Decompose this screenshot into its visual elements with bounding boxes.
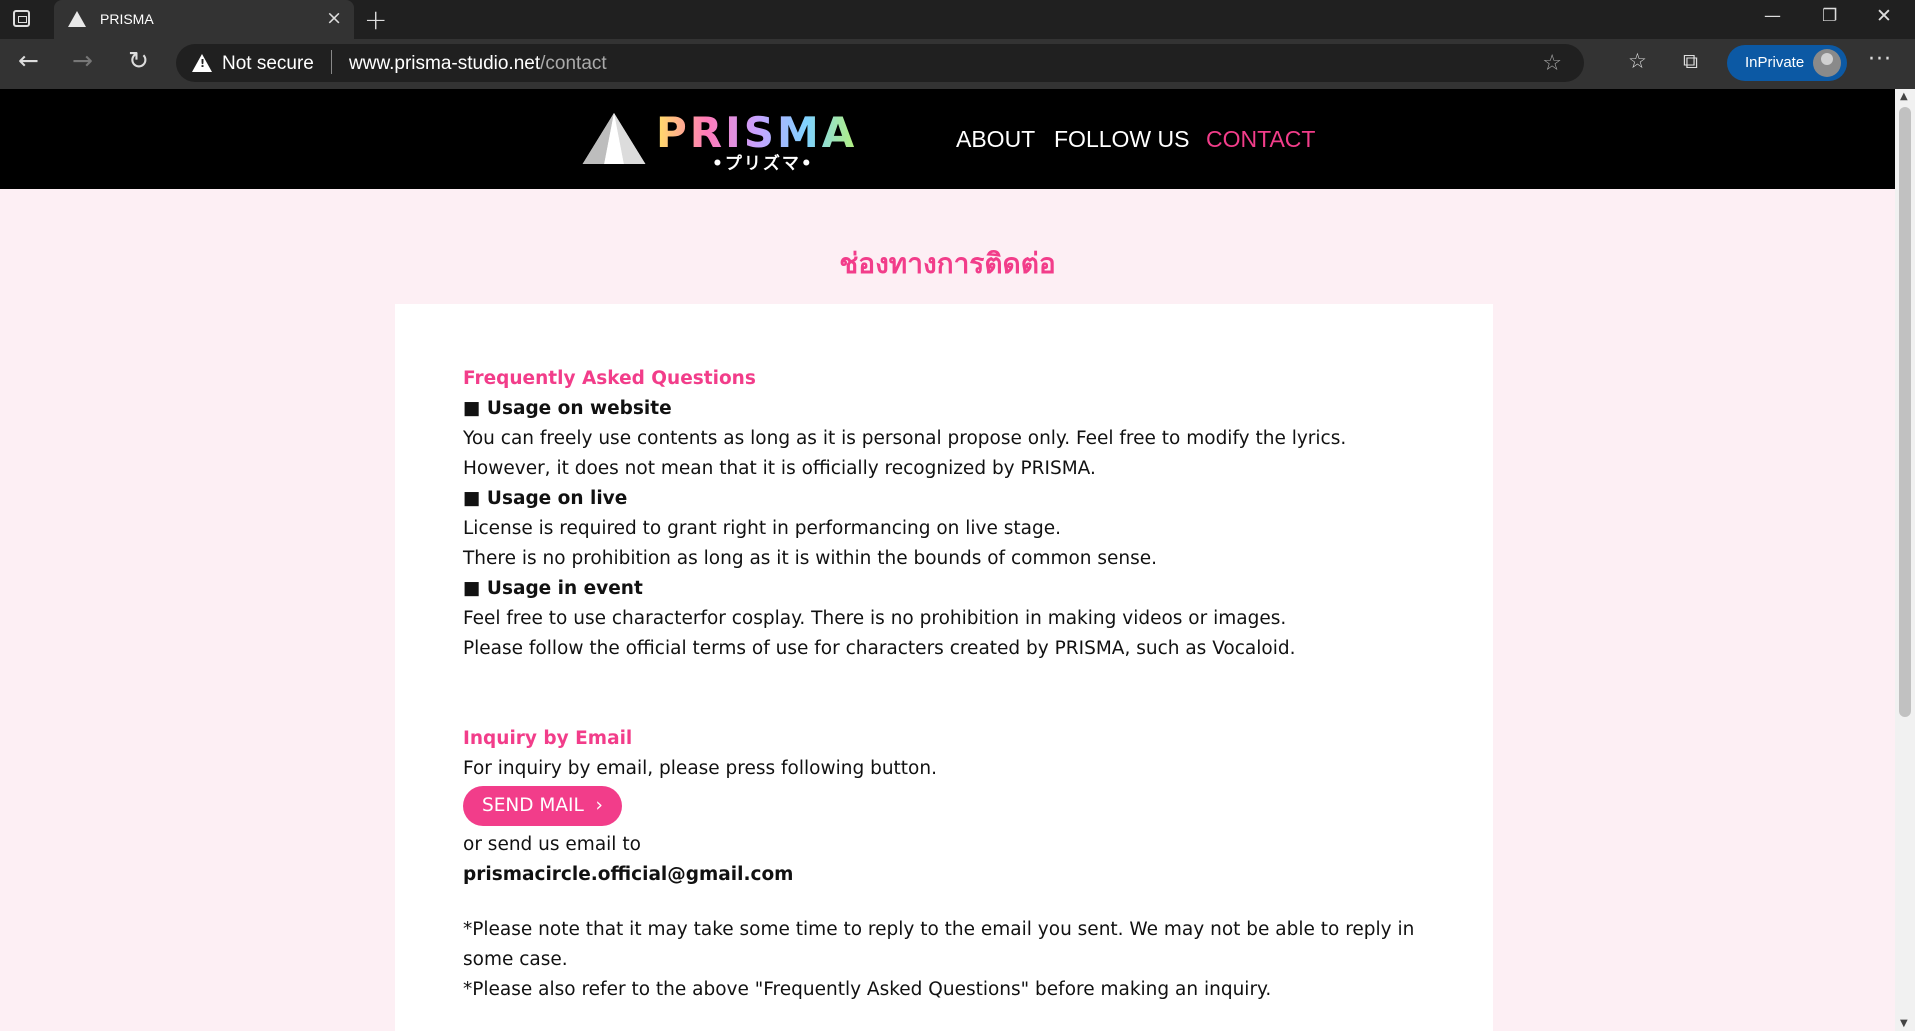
refresh-icon[interactable]: ↻ bbox=[128, 46, 149, 75]
collections-icon[interactable]: ⧉ bbox=[1683, 49, 1698, 74]
faq-live-line1: License is required to grant right in pe… bbox=[463, 518, 1062, 539]
note-spacer bbox=[463, 890, 1443, 915]
page-title: ช่องทางการติดต่อ bbox=[839, 247, 1056, 280]
browser-toolbar: ← → ↻ Not secure www.prisma-studio.net/c… bbox=[0, 39, 1915, 89]
faq-event-line1: Feel free to use characterfor cosplay. T… bbox=[463, 608, 1287, 629]
avatar bbox=[1813, 49, 1841, 77]
faq-event-title: ■ Usage in event bbox=[463, 578, 643, 599]
close-icon[interactable]: ✕ bbox=[1876, 5, 1892, 27]
scroll-down-icon[interactable]: ▼ bbox=[1900, 1018, 1908, 1029]
prism-logo-icon bbox=[582, 113, 646, 166]
faq-website-line2: However, it does not mean that it is off… bbox=[463, 458, 1096, 479]
new-tab-button[interactable]: + bbox=[364, 3, 387, 36]
site-header: PRISMA •プリズマ• ABOUT FOLLOW US CONTACT bbox=[0, 89, 1895, 189]
send-mail-button[interactable]: SEND MAIL › bbox=[463, 786, 622, 826]
scroll-up-icon[interactable]: ▲ bbox=[1900, 91, 1908, 102]
security-label[interactable]: Not secure bbox=[222, 53, 314, 75]
back-arrow-icon[interactable]: ← bbox=[18, 46, 39, 75]
page-scrollbar[interactable]: ▲ ▼ bbox=[1895, 89, 1915, 1031]
chevron-right-icon: › bbox=[595, 795, 603, 816]
faq-title: Frequently Asked Questions bbox=[463, 368, 756, 389]
favorites-icon[interactable]: ☆ bbox=[1628, 49, 1647, 73]
scroll-thumb[interactable] bbox=[1899, 107, 1911, 717]
tab-title: PRISMA bbox=[100, 11, 154, 27]
faq-website-title: ■ Usage on website bbox=[463, 398, 672, 419]
restore-icon[interactable]: ❐ bbox=[1822, 6, 1837, 26]
tab-actions-icon[interactable] bbox=[13, 10, 30, 27]
inquiry-note2: *Please also refer to the above "Frequen… bbox=[463, 979, 1272, 1000]
site-logo[interactable]: PRISMA •プリズマ• bbox=[580, 108, 880, 174]
inquiry-intro: For inquiry by email, please press follo… bbox=[463, 758, 937, 779]
content-body: Frequently Asked Questions ■ Usage on we… bbox=[463, 364, 1443, 1005]
minimize-icon[interactable]: — bbox=[1764, 6, 1781, 26]
star-add-icon[interactable]: ☆ bbox=[1542, 51, 1562, 76]
nav-follow-us[interactable]: FOLLOW US bbox=[1054, 126, 1189, 153]
content-card: Frequently Asked Questions ■ Usage on we… bbox=[395, 304, 1493, 1031]
logo-subtitle: •プリズマ• bbox=[712, 154, 814, 174]
faq-live-line2: There is no prohibition as long as it is… bbox=[463, 548, 1158, 569]
tab-prisma[interactable]: PRISMA × bbox=[54, 0, 354, 39]
more-icon[interactable]: ··· bbox=[1868, 47, 1892, 72]
contact-email[interactable]: prismacircle.official@gmail.com bbox=[463, 860, 1443, 890]
url-text[interactable]: www.prisma-studio.net/contact bbox=[349, 53, 607, 75]
inprivate-label: InPrivate bbox=[1745, 54, 1805, 71]
inquiry-title: Inquiry by Email bbox=[463, 728, 633, 749]
forward-arrow-icon[interactable]: → bbox=[72, 46, 93, 75]
close-tab-icon[interactable]: × bbox=[326, 7, 342, 29]
inprivate-button[interactable]: InPrivate bbox=[1727, 45, 1847, 81]
faq-live-title: ■ Usage on live bbox=[463, 488, 628, 509]
nav-contact[interactable]: CONTACT bbox=[1206, 126, 1315, 153]
page-viewport: PRISMA •プリズマ• ABOUT FOLLOW US CONTACT ช่… bbox=[0, 89, 1895, 1031]
address-bar[interactable]: Not secure www.prisma-studio.net/contact… bbox=[176, 44, 1584, 82]
faq-event-line2: Please follow the official terms of use … bbox=[463, 638, 1296, 659]
nav-about[interactable]: ABOUT bbox=[956, 126, 1035, 153]
faq-website-line1: You can freely use contents as long as i… bbox=[463, 428, 1347, 449]
url-path: /contact bbox=[540, 53, 607, 74]
inquiry-note1: *Please note that it may take some time … bbox=[463, 919, 1415, 970]
send-mail-label: SEND MAIL bbox=[482, 795, 584, 816]
address-separator bbox=[331, 50, 332, 74]
prisma-favicon bbox=[68, 11, 86, 27]
tab-bar: PRISMA × + — ❐ ✕ bbox=[0, 0, 1915, 39]
url-host: www.prisma-studio.net bbox=[349, 53, 541, 74]
inquiry-alt-text: or send us email to bbox=[463, 834, 641, 855]
warning-icon[interactable] bbox=[192, 54, 212, 72]
